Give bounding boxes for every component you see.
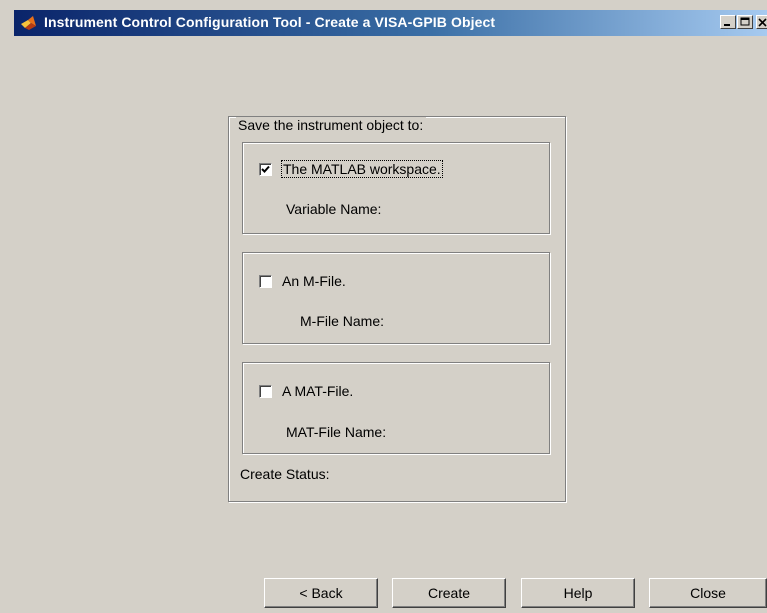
back-button[interactable]: < Back	[264, 578, 378, 608]
matfile-option-label[interactable]: A MAT-File.	[282, 382, 353, 400]
minimize-icon[interactable]	[720, 15, 736, 29]
close-button[interactable]: Close	[649, 578, 767, 608]
dialog-window: Instrument Control Configuration Tool - …	[0, 0, 767, 613]
close-icon[interactable]	[756, 15, 767, 29]
matfile-checkbox[interactable]	[259, 385, 272, 398]
workspace-checkbox[interactable]	[259, 163, 272, 176]
workspace-panel	[242, 142, 550, 234]
group-legend: Save the instrument object to:	[236, 117, 427, 133]
mfile-option-label[interactable]: An M-File.	[282, 272, 346, 290]
create-button[interactable]: Create	[392, 578, 506, 608]
variable-name-label: Variable Name:	[286, 201, 382, 217]
create-status-label: Create Status:	[240, 466, 330, 482]
workspace-option-label[interactable]: The MATLAB workspace.	[281, 160, 443, 178]
maximize-icon[interactable]	[737, 15, 753, 29]
title-bar[interactable]: Instrument Control Configuration Tool - …	[14, 10, 767, 36]
matlab-icon	[20, 14, 38, 32]
mfile-panel	[242, 252, 550, 344]
mfile-name-label: M-File Name:	[300, 313, 385, 329]
matfile-name-label: MAT-File Name:	[286, 424, 387, 440]
window-title: Instrument Control Configuration Tool - …	[44, 14, 496, 30]
help-button[interactable]: Help	[521, 578, 635, 608]
mfile-checkbox[interactable]	[259, 275, 272, 288]
